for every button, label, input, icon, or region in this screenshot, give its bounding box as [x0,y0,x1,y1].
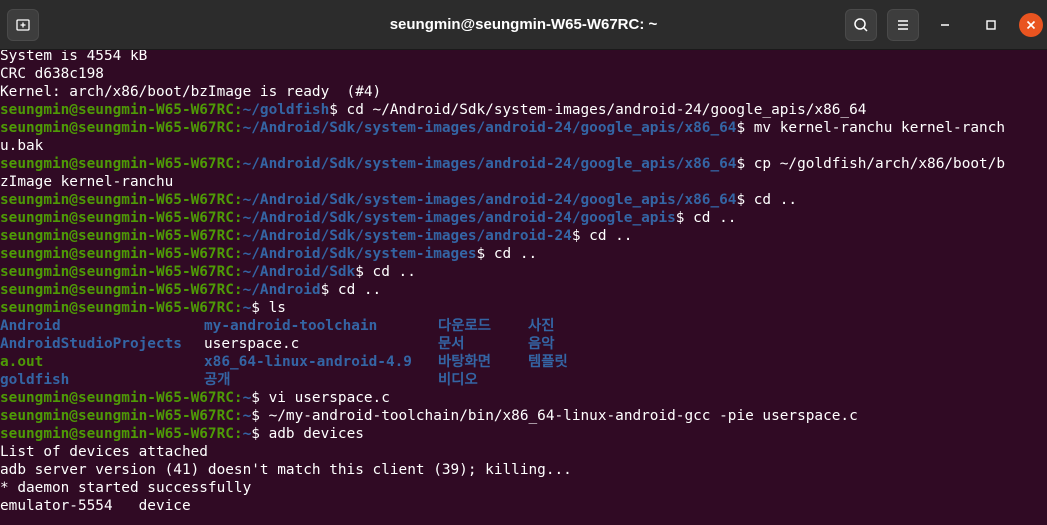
ls-entry: 공개 [204,372,231,388]
command-text: $ ls [251,300,286,316]
search-button[interactable] [845,9,877,41]
ls-entry: 템플릿 [528,354,568,370]
prompt-user-host: seungmin@seungmin-W65-W67RC: [0,282,243,298]
minimize-button[interactable] [933,13,957,37]
output-line: emulator-5554 device [0,498,191,514]
output-line: List of devices attached [0,444,208,460]
prompt-user-host: seungmin@seungmin-W65-W67RC: [0,210,243,226]
prompt-path: ~/goldfish [242,102,330,118]
maximize-button[interactable] [979,13,1003,37]
close-button[interactable] [1019,13,1043,37]
command-text: $ adb devices [251,426,364,442]
maximize-icon [986,20,996,30]
prompt-line: seungmin@seungmin-W65-W67RC:~/goldfish$ … [0,101,866,119]
prompt-line: seungmin@seungmin-W65-W67RC:~/Android$ c… [0,281,381,299]
prompt-path: ~/Android/Sdk/system-images/android-24/g… [242,120,737,136]
prompt-user-host: seungmin@seungmin-W65-W67RC: [0,192,243,208]
ls-entry: a.out [0,354,44,370]
title-bar: seungmin@seungmin-W65-W67RC: ~ [0,0,1047,50]
ls-entry: 다운로드 [438,318,491,334]
prompt-user-host: seungmin@seungmin-W65-W67RC: [0,120,243,136]
prompt-line: seungmin@seungmin-W65-W67RC:~/Android/Sd… [0,227,632,245]
prompt-path: ~/Android/Sdk/system-images/android-24/g… [242,192,737,208]
ls-entry: Android [0,318,61,334]
ls-entry: x86_64-linux-android-4.9 [204,354,412,370]
prompt-path: ~ [242,426,252,442]
command-text: $ cd .. [320,282,382,298]
prompt-user-host: seungmin@seungmin-W65-W67RC: [0,408,243,424]
prompt-user-host: seungmin@seungmin-W65-W67RC: [0,426,243,442]
prompt-path: ~/Android/Sdk/system-images/android-24 [242,228,572,244]
prompt-path: ~/Android [242,282,321,298]
prompt-line: seungmin@seungmin-W65-W67RC:~$ ~/my-andr… [0,407,858,425]
prompt-path: ~ [242,390,252,406]
output-line: u.bak [0,138,44,154]
prompt-user-host: seungmin@seungmin-W65-W67RC: [0,246,243,262]
command-text: $ cd .. [675,210,737,226]
ls-entry: AndroidStudioProjects [0,336,182,352]
prompt-user-host: seungmin@seungmin-W65-W67RC: [0,156,243,172]
output-line: CRC d638c198 [0,66,104,82]
prompt-line: seungmin@seungmin-W65-W67RC:~/Android/Sd… [0,263,416,281]
prompt-line: seungmin@seungmin-W65-W67RC:~/Android/Sd… [0,119,1005,137]
output-line: zImage kernel-ranchu [0,174,174,190]
prompt-path: ~/Android/Sdk/system-images [242,246,477,262]
ls-entry: 음악 [528,336,555,352]
command-text: $ cd .. [355,264,416,280]
output-line: adb server version (41) doesn't match th… [0,462,572,478]
ls-entry: 바탕화면 [438,354,491,370]
terminal-output[interactable]: System is 4554 kB CRC d638c198 Kernel: a… [0,50,1047,525]
prompt-user-host: seungmin@seungmin-W65-W67RC: [0,264,243,280]
minimize-icon [941,24,949,26]
command-text: $ cd .. [736,192,798,208]
hamburger-menu-icon [898,20,908,30]
command-text: $ cd .. [476,246,538,262]
output-line: Kernel: arch/x86/boot/bzImage is ready (… [0,84,382,100]
command-text: $ ~/my-android-toolchain/bin/x86_64-linu… [251,408,858,424]
command-text: $ cd .. [571,228,633,244]
ls-entry: 문서 [438,336,465,352]
ls-entry: my-android-toolchain [204,318,378,334]
prompt-line: seungmin@seungmin-W65-W67RC:~$ ls [0,299,286,317]
prompt-user-host: seungmin@seungmin-W65-W67RC: [0,228,243,244]
prompt-line: seungmin@seungmin-W65-W67RC:~/Android/Sd… [0,155,1005,173]
prompt-line: seungmin@seungmin-W65-W67RC:~/Android/Sd… [0,191,797,209]
prompt-path: ~/Android/Sdk/system-images/android-24/g… [242,210,676,226]
output-line: System is 4554 kB [0,50,148,64]
prompt-line: seungmin@seungmin-W65-W67RC:~$ vi usersp… [0,389,390,407]
prompt-user-host: seungmin@seungmin-W65-W67RC: [0,102,243,118]
prompt-path: ~/Android/Sdk [242,264,356,280]
command-text: $ vi userspace.c [251,390,390,406]
command-text: $ mv kernel-ranchu kernel-ranch [736,120,1006,136]
ls-entry: goldfish [0,372,70,388]
prompt-line: seungmin@seungmin-W65-W67RC:~/Android/Sd… [0,245,537,263]
prompt-path: ~ [242,408,252,424]
search-icon [854,18,868,32]
menu-button[interactable] [887,9,919,41]
close-icon [1026,20,1036,30]
ls-entry: userspace.c [204,336,300,352]
prompt-line: seungmin@seungmin-W65-W67RC:~$ adb devic… [0,425,364,443]
ls-entry: 비디오 [438,372,478,388]
ls-entry: 사진 [528,318,555,334]
prompt-line: seungmin@seungmin-W65-W67RC:~/Android/Sd… [0,209,736,227]
output-line: * daemon started successfully [0,480,252,496]
prompt-user-host: seungmin@seungmin-W65-W67RC: [0,300,243,316]
prompt-user-host: seungmin@seungmin-W65-W67RC: [0,390,243,406]
prompt-path: ~/Android/Sdk/system-images/android-24/g… [242,156,737,172]
prompt-path: ~ [242,300,252,316]
command-text: $ cd ~/Android/Sdk/system-images/android… [329,102,867,118]
command-text: $ cp ~/goldfish/arch/x86/boot/b [736,156,1006,172]
